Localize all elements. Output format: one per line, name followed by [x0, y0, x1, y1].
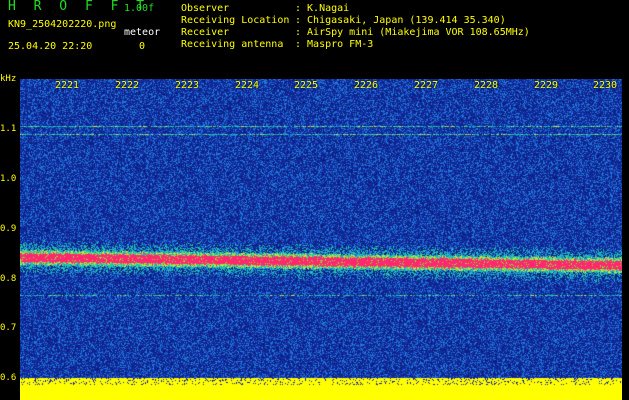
meteor-count: 0	[139, 41, 146, 52]
filename-label: KN9_2504202220.png	[8, 19, 117, 30]
x-tick: 2227	[414, 80, 439, 91]
x-tick: 2221	[55, 80, 80, 91]
x-tick: 2229	[534, 80, 559, 91]
version-label: 1.00f	[124, 3, 155, 14]
y-tick: 1.0	[0, 174, 17, 184]
info-label: Receiver	[181, 27, 230, 38]
y-tick: 1.1	[0, 124, 17, 134]
y-tick: 0.7	[0, 323, 17, 333]
y-axis-unit: kHz	[0, 74, 17, 84]
info-value: : AirSpy mini (Miakejima VOR 108.65MHz)	[295, 27, 530, 38]
info-label: Receiving Location	[181, 15, 290, 26]
y-tick: 0.9	[0, 224, 17, 234]
x-tick: 2222	[115, 80, 140, 91]
y-tick: 0.6	[0, 373, 17, 383]
info-label: Receiving antenna	[181, 39, 284, 50]
info-location: Receiving Location : Chigasaki, Japan (13…	[181, 15, 506, 27]
x-tick: 2226	[354, 80, 379, 91]
info-observer: Observer : K.Nagai	[181, 3, 349, 15]
x-tick: 2225	[294, 80, 319, 91]
info-antenna: Receiving antenna : Maspro FM-3	[181, 39, 373, 51]
info-value: : Chigasaki, Japan (139.414 35.340)	[295, 15, 506, 26]
meteor-label: meteor	[124, 27, 161, 38]
info-value: : K.Nagai	[295, 3, 350, 14]
info-label: Observer	[181, 3, 230, 14]
info-value: : Maspro FM-3	[295, 39, 374, 50]
x-tick: 2230	[593, 80, 618, 91]
x-tick: 2223	[175, 80, 200, 91]
spectrogram-canvas	[20, 79, 622, 400]
y-tick: 0.8	[0, 274, 17, 284]
info-receiver: Receiver : AirSpy mini (Miakejima VOR 108…	[181, 27, 530, 39]
datetime-label: 25.04.20 22:20	[8, 41, 93, 52]
x-tick: 2224	[235, 80, 260, 91]
x-tick: 2228	[474, 80, 499, 91]
